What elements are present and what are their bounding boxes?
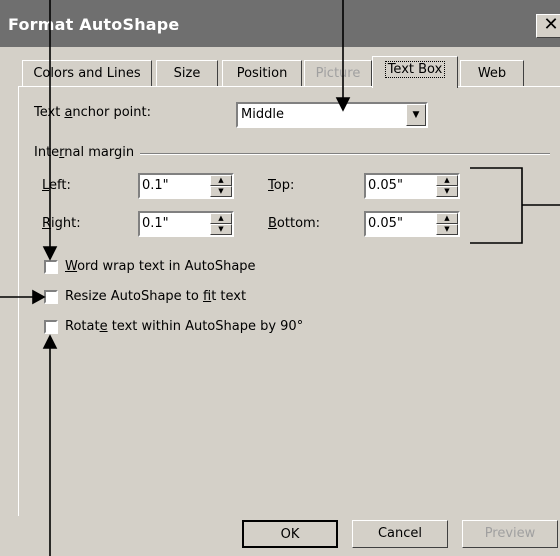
resize-autoshape-checkbox[interactable] — [44, 290, 58, 304]
top-margin-spinner[interactable]: 0.05" ▲ ▼ — [364, 173, 460, 199]
bottom-margin-label: Bottom: — [268, 216, 321, 231]
tab-colors-and-lines[interactable]: Colors and Lines — [22, 60, 152, 86]
anchor-label: Text anchor point: — [34, 105, 151, 120]
tab-text-box[interactable]: Text Box — [372, 56, 458, 88]
tab-picture[interactable]: Picture — [304, 60, 372, 86]
tab-web[interactable]: Web — [460, 60, 524, 86]
word-wrap-label[interactable]: Word wrap text in AutoShape — [65, 259, 256, 274]
dialog-title: Format AutoShape — [8, 15, 180, 34]
tab-label: Colors and Lines — [33, 66, 141, 81]
spin-up-icon[interactable]: ▲ — [210, 213, 232, 224]
tab-label: Web — [477, 66, 507, 81]
close-button[interactable]: ✕ — [536, 14, 560, 38]
tab-label: Text Box — [384, 61, 446, 78]
spin-up-icon[interactable]: ▲ — [436, 175, 458, 186]
tab-size[interactable]: Size — [156, 60, 218, 86]
spin-down-icon[interactable]: ▼ — [436, 186, 458, 197]
spin-down-icon[interactable]: ▼ — [210, 186, 232, 197]
spin-up-icon[interactable]: ▲ — [210, 175, 232, 186]
internal-margin-heading: Internal margin — [34, 145, 135, 160]
title-bar[interactable]: Format AutoShape ✕ — [0, 0, 560, 47]
cancel-button[interactable]: Cancel — [352, 520, 448, 548]
tab-position[interactable]: Position — [222, 60, 302, 86]
bottom-margin-value: 0.05" — [368, 216, 403, 231]
spin-down-icon[interactable]: ▼ — [436, 224, 458, 235]
spin-up-icon[interactable]: ▲ — [436, 213, 458, 224]
format-autoshape-dialog: Format AutoShape ✕ Colors and Lines Size… — [0, 0, 560, 556]
top-margin-value: 0.05" — [368, 178, 403, 193]
top-margin-label: Top: — [268, 178, 295, 193]
preview-button[interactable]: Preview — [462, 520, 558, 548]
spin-down-icon[interactable]: ▼ — [210, 224, 232, 235]
tab-label: Position — [236, 66, 288, 81]
rotate-text-checkbox[interactable] — [44, 320, 58, 334]
left-margin-label: Left: — [42, 178, 71, 193]
bottom-margin-spinner[interactable]: 0.05" ▲ ▼ — [364, 211, 460, 237]
left-margin-spinner[interactable]: 0.1" ▲ ▼ — [138, 173, 234, 199]
rotate-text-label[interactable]: Rotate text within AutoShape by 90° — [65, 319, 303, 334]
right-margin-label: Right: — [42, 216, 81, 231]
word-wrap-checkbox[interactable] — [44, 260, 58, 274]
tab-label: Picture — [315, 66, 361, 81]
right-margin-value: 0.1" — [142, 216, 169, 231]
close-icon: ✕ — [543, 14, 559, 35]
left-margin-value: 0.1" — [142, 178, 169, 193]
tab-strip: Colors and Lines Size Position Picture T… — [8, 54, 560, 88]
right-margin-spinner[interactable]: 0.1" ▲ ▼ — [138, 211, 234, 237]
resize-autoshape-label[interactable]: Resize AutoShape to fit text — [65, 289, 246, 304]
chevron-down-icon[interactable]: ▼ — [406, 104, 426, 126]
group-divider — [140, 153, 550, 155]
anchor-value: Middle — [241, 107, 284, 122]
anchor-select[interactable]: Middle ▼ — [236, 102, 428, 128]
tab-label: Size — [173, 66, 201, 81]
ok-button[interactable]: OK — [242, 520, 338, 548]
